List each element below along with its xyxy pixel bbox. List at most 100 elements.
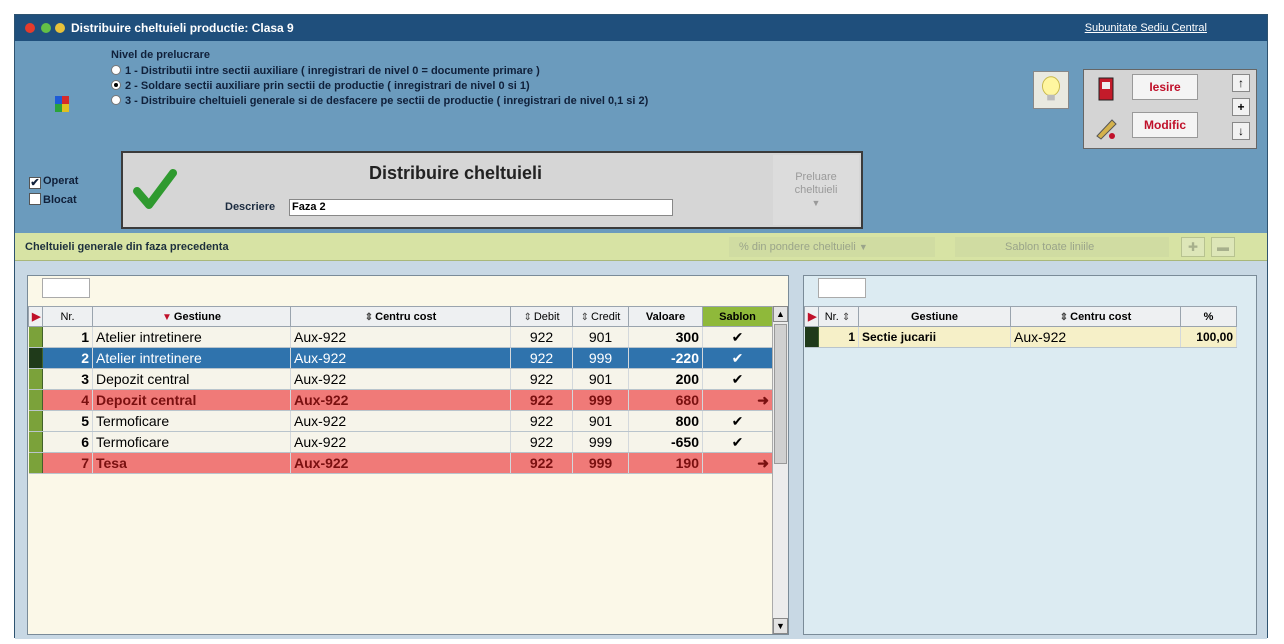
header-area: Nivel de prelucrare 1 - Distributii intr… xyxy=(15,41,1267,241)
col-centru-cost[interactable]: ⇕ Centru cost xyxy=(290,306,511,327)
nivel-option-1[interactable]: 1 - Distributii intre sectii auxiliare (… xyxy=(111,64,648,79)
nivel-option-2[interactable]: 2 - Soldare sectii auxiliare prin sectii… xyxy=(111,79,648,94)
col-debit[interactable]: ⇕ Debit xyxy=(510,306,573,327)
scroll-up-icon[interactable]: ▲ xyxy=(773,306,788,322)
toolbar-remove-icon[interactable]: ▬ xyxy=(1211,237,1235,257)
left-scrollbar[interactable]: ▲ ▼ xyxy=(772,306,788,634)
big-checkmark-icon xyxy=(133,169,177,209)
toolbar-add-icon[interactable]: ✚ xyxy=(1181,237,1205,257)
cell-gestiune: Depozit central xyxy=(92,368,291,390)
row-indicator xyxy=(28,389,43,411)
blocat-box xyxy=(29,193,41,205)
sablon-arrow-icon[interactable]: ➜ xyxy=(702,452,773,474)
col-nr[interactable]: Nr. ⇕ xyxy=(818,306,859,327)
cell-centru: Aux-922 xyxy=(290,452,511,474)
sablon-check-icon[interactable]: ✔ xyxy=(702,326,773,348)
app-logo-icon xyxy=(55,96,69,112)
cell-nr: 1 xyxy=(818,326,859,348)
row-indicator xyxy=(28,410,43,432)
table-row[interactable]: 3 Depozit central Aux-922 922 901 200 ✔ xyxy=(28,368,773,390)
col-nr[interactable]: Nr. xyxy=(42,306,93,327)
pondere-dropdown[interactable]: % din pondere cheltuieli ▼ xyxy=(729,237,935,257)
section-toolbar: Cheltuieli generale din faza precedenta … xyxy=(15,233,1267,261)
table-row[interactable]: 6 Termoficare Aux-922 922 999 -650 ✔ xyxy=(28,431,773,453)
left-filter-input[interactable] xyxy=(42,278,90,298)
sort-icon: ⇕ xyxy=(841,311,851,323)
table-row[interactable]: 1 Sectie jucarii Aux-922 100,00 xyxy=(804,326,1237,348)
table-row[interactable]: 7 Tesa Aux-922 922 999 190 ➜ xyxy=(28,452,773,474)
sablon-toate-button[interactable]: Sablon toate liniile xyxy=(955,237,1169,257)
cell-valoare: -650 xyxy=(628,431,703,453)
cell-valoare: -220 xyxy=(628,347,703,369)
col-sablon[interactable]: Sablon xyxy=(702,306,773,327)
cell-centru: Aux-922 xyxy=(290,347,511,369)
sort-icon: ⇕ xyxy=(1059,311,1069,323)
table-row[interactable]: 5 Termoficare Aux-922 922 901 800 ✔ xyxy=(28,410,773,432)
scroll-thumb[interactable] xyxy=(774,324,787,464)
col-centru-cost[interactable]: ⇕ Centru cost xyxy=(1010,306,1181,327)
table-row[interactable]: 2 Atelier intretinere Aux-922 922 999 -2… xyxy=(28,347,773,369)
left-grid: ▶ Nr. ▼ Gestiune ⇕ Centru cost ⇕ Debit ⇕ Cre… xyxy=(27,275,789,635)
title-bar: Distribuire cheltuieli productie: Clasa … xyxy=(15,15,1267,41)
cell-debit: 922 xyxy=(510,452,573,474)
cell-nr: 5 xyxy=(42,410,93,432)
chevron-down-icon: ▼ xyxy=(811,198,821,208)
preluare-cheltuieli-button[interactable]: Preluare cheltuieli ▼ xyxy=(773,155,859,225)
table-row[interactable]: 1 Atelier intretinere Aux-922 922 901 30… xyxy=(28,326,773,348)
iesire-button[interactable]: Iesire xyxy=(1132,74,1198,100)
arrow-up-button[interactable]: ↑ xyxy=(1232,74,1250,92)
action-buttons-group: Iesire Modific ↑ + ↓ xyxy=(1083,69,1257,149)
cell-credit: 999 xyxy=(572,431,629,453)
close-dot-icon[interactable] xyxy=(25,23,35,33)
nivel-prelucrare-group: Nivel de prelucrare 1 - Distributii intr… xyxy=(111,49,648,109)
col-gestiune[interactable]: ▼ Gestiune xyxy=(92,306,291,327)
sablon-check-icon[interactable]: ✔ xyxy=(702,431,773,453)
lightbulb-icon[interactable] xyxy=(1033,71,1069,109)
col-credit[interactable]: ⇕ Credit xyxy=(572,306,629,327)
cell-credit: 999 xyxy=(572,347,629,369)
modific-button[interactable]: Modific xyxy=(1132,112,1198,138)
row-indicator xyxy=(28,326,43,348)
col-valoare[interactable]: Valoare xyxy=(628,306,703,327)
maximize-dot-icon[interactable] xyxy=(55,23,65,33)
sablon-check-icon[interactable]: ✔ xyxy=(702,347,773,369)
sort-icon: ⇕ xyxy=(580,311,590,323)
radio-option-1[interactable] xyxy=(111,65,121,75)
cell-valoare: 300 xyxy=(628,326,703,348)
cell-gestiune: Depozit central xyxy=(92,389,291,411)
radio-option-3[interactable] xyxy=(111,95,121,105)
operat-checkbox[interactable]: ✔ Operat xyxy=(29,175,78,189)
cell-valoare: 800 xyxy=(628,410,703,432)
table-row[interactable]: 4 Depozit central Aux-922 922 999 680 ➜ xyxy=(28,389,773,411)
subunit-link[interactable]: Subunitate Sediu Central xyxy=(1085,22,1207,34)
col-gestiune[interactable]: Gestiune xyxy=(858,306,1011,327)
cell-nr: 6 xyxy=(42,431,93,453)
right-table: ▶ Nr. ⇕ Gestiune ⇕ Centru cost % 1 Sectie… xyxy=(804,306,1237,348)
descriere-input[interactable]: Faza 2 xyxy=(289,199,673,216)
scroll-down-icon[interactable]: ▼ xyxy=(773,618,788,634)
cell-gestiune: Termoficare xyxy=(92,431,291,453)
right-filter-input[interactable] xyxy=(818,278,866,298)
nivel-heading: Nivel de prelucrare xyxy=(111,49,211,61)
sablon-check-icon[interactable]: ✔ xyxy=(702,410,773,432)
minimize-dot-icon[interactable] xyxy=(41,23,51,33)
col-percent[interactable]: % xyxy=(1180,306,1237,327)
row-indicator xyxy=(28,431,43,453)
cell-centru: Aux-922 xyxy=(290,368,511,390)
nivel-option-3[interactable]: 3 - Distribuire cheltuieli generale si d… xyxy=(111,94,648,109)
window-title: Distribuire cheltuieli productie: Clasa … xyxy=(71,21,294,35)
plus-button[interactable]: + xyxy=(1232,98,1250,116)
blocat-checkbox[interactable]: Blocat xyxy=(29,193,77,206)
cell-credit: 901 xyxy=(572,410,629,432)
cell-nr: 2 xyxy=(42,347,93,369)
cell-debit: 922 xyxy=(510,326,573,348)
cell-nr: 4 xyxy=(42,389,93,411)
sort-desc-icon: ▼ xyxy=(162,311,172,323)
sablon-arrow-icon[interactable]: ➜ xyxy=(702,389,773,411)
radio-option-2[interactable] xyxy=(111,80,121,90)
cell-valoare: 190 xyxy=(628,452,703,474)
arrow-down-button[interactable]: ↓ xyxy=(1232,122,1250,140)
cell-debit: 922 xyxy=(510,410,573,432)
sablon-check-icon[interactable]: ✔ xyxy=(702,368,773,390)
cell-gestiune: Sectie jucarii xyxy=(858,326,1011,348)
